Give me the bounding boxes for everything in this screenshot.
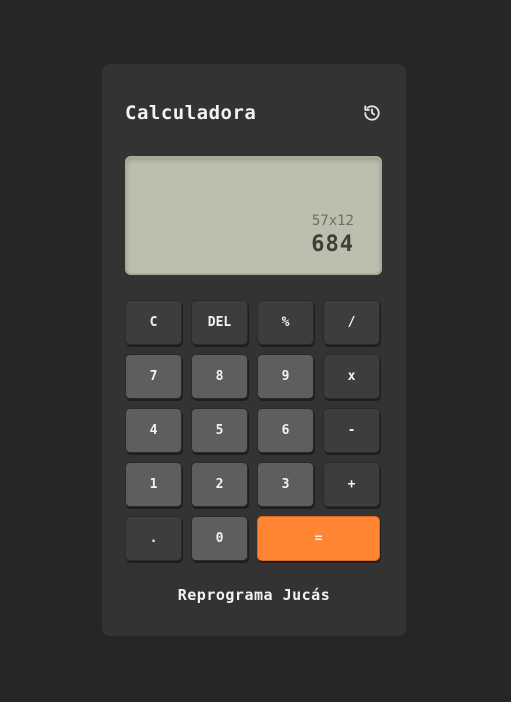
decimal-button[interactable]: . — [125, 516, 182, 561]
eight-button[interactable]: 8 — [191, 354, 248, 399]
footer-credit: Reprograma Jucás — [177, 586, 331, 604]
clear-button[interactable]: C — [125, 300, 182, 345]
nine-button[interactable]: 9 — [257, 354, 314, 399]
delete-button[interactable]: DEL — [191, 300, 248, 345]
equals-button[interactable]: = — [257, 516, 380, 561]
six-button[interactable]: 6 — [257, 408, 314, 453]
header: Calculadora — [125, 100, 383, 126]
three-button[interactable]: 3 — [257, 462, 314, 507]
app-title: Calculadora — [125, 102, 257, 124]
add-button[interactable]: + — [323, 462, 380, 507]
display-screen: 57x12 684 — [125, 156, 382, 275]
divide-button[interactable]: / — [323, 300, 380, 345]
history-icon — [364, 105, 380, 121]
calculator-panel: Calculadora 57x12 684 C DEL % / 7 8 9 x … — [102, 64, 406, 636]
one-button[interactable]: 1 — [125, 462, 182, 507]
seven-button[interactable]: 7 — [125, 354, 182, 399]
expression-text: 57x12 — [311, 213, 354, 229]
multiply-button[interactable]: x — [323, 354, 380, 399]
result-text: 684 — [311, 232, 354, 257]
subtract-button[interactable]: - — [323, 408, 380, 453]
zero-button[interactable]: 0 — [191, 516, 248, 561]
history-button[interactable] — [361, 102, 383, 124]
percent-button[interactable]: % — [257, 300, 314, 345]
five-button[interactable]: 5 — [191, 408, 248, 453]
two-button[interactable]: 2 — [191, 462, 248, 507]
four-button[interactable]: 4 — [125, 408, 182, 453]
